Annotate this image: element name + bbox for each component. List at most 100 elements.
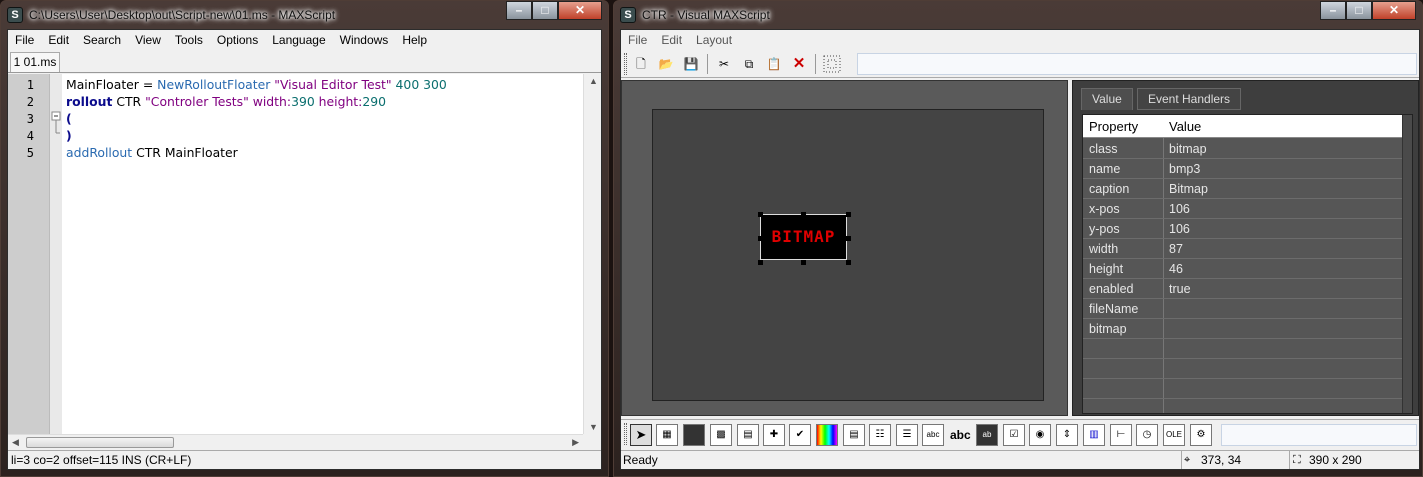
code-line-1: MainFloater = NewRolloutFloater "Visual … (66, 77, 447, 92)
empty-row (1083, 339, 1402, 359)
visual-titlebar[interactable]: S CTR - Visual MAXScript – □ ✕ (614, 1, 1422, 29)
grid-scrollbar[interactable] (1402, 115, 1412, 413)
fold-minus-icon[interactable] (50, 108, 62, 188)
slider-tool-icon[interactable]: ⊢ (1110, 424, 1132, 446)
horizontal-scrollbar[interactable]: ◀ ▶ (8, 434, 583, 450)
header-value[interactable]: Value (1169, 115, 1201, 138)
resize-handle[interactable] (758, 212, 763, 217)
menu-edit[interactable]: Edit (654, 33, 689, 47)
custom-tool-icon[interactable]: ⚙ (1190, 424, 1212, 446)
cursor-icon: ⌖ (1184, 454, 1191, 466)
menu-options[interactable]: Options (210, 33, 265, 47)
property-row[interactable]: fileName (1083, 299, 1402, 319)
editbox-tool-icon[interactable]: abc (922, 424, 944, 446)
paste-icon[interactable]: 📋 (763, 53, 785, 75)
property-row[interactable]: x-pos 106 (1083, 199, 1402, 219)
property-row[interactable]: y-pos 106 (1083, 219, 1402, 239)
resize-handle[interactable] (801, 212, 806, 217)
pickbutton-tool-icon[interactable]: ✚ (763, 424, 785, 446)
menu-view[interactable]: View (128, 33, 168, 47)
radiobutton-tool-icon[interactable]: ◉ (1029, 424, 1051, 446)
property-grid: Property Value class bitmap name bmp3 capt… (1082, 114, 1413, 414)
label-tool-icon[interactable]: abc (949, 424, 971, 446)
dropdownlist-tool-icon[interactable]: ☷ (869, 424, 891, 446)
groupbox-tool-icon[interactable]: ab (976, 424, 998, 446)
copy-icon[interactable]: ⧉ (738, 53, 760, 75)
bitmap-control[interactable]: BITMAP (760, 214, 847, 260)
delete-icon[interactable]: ✕ (788, 53, 810, 75)
checkbutton-tool-icon[interactable]: ✔ (789, 424, 811, 446)
menu-file[interactable]: File (621, 33, 654, 47)
resize-handle[interactable] (801, 260, 806, 265)
bitmap-tool-icon[interactable]: ▦ (656, 424, 678, 446)
visual-menubar: File Edit Layout (621, 30, 1419, 50)
toolbar-grip[interactable] (624, 423, 627, 445)
property-row[interactable]: name bmp3 (1083, 159, 1402, 179)
property-row[interactable]: class bitmap (1083, 139, 1402, 159)
tab-value[interactable]: Value (1081, 88, 1133, 110)
toolbar-grip[interactable] (624, 53, 627, 75)
menu-windows[interactable]: Windows (333, 33, 396, 47)
scroll-right-icon[interactable]: ▶ (572, 437, 579, 448)
listbox-tool-icon[interactable]: ☰ (896, 424, 918, 446)
scroll-up-icon[interactable]: ▲ (589, 76, 598, 86)
vertical-scrollbar[interactable]: ▲ ▼ (583, 74, 601, 434)
header-property[interactable]: Property (1089, 115, 1138, 138)
design-canvas[interactable]: BITMAP (621, 80, 1068, 416)
close-button[interactable]: ✕ (1372, 1, 1416, 20)
colorpicker-tool-icon[interactable] (816, 424, 838, 446)
maximize-button[interactable]: □ (532, 1, 558, 20)
code-editor[interactable]: MainFloater = NewRolloutFloater "Visual … (62, 74, 583, 434)
maxscript-editor-window: S C:\Users\User\Desktop\out\Script-new\0… (0, 0, 609, 477)
menu-search[interactable]: Search (76, 33, 128, 47)
property-row[interactable]: enabled true (1083, 279, 1402, 299)
property-row[interactable]: width 87 (1083, 239, 1402, 259)
minimize-button[interactable]: – (506, 1, 532, 20)
minimize-button[interactable]: – (1320, 1, 1346, 20)
cut-icon[interactable]: ✂ (713, 53, 735, 75)
menu-help[interactable]: Help (395, 33, 434, 47)
open-folder-icon[interactable]: 📂 (655, 53, 677, 75)
file-tab[interactable]: 1 01.ms (10, 52, 60, 72)
close-button[interactable]: ✕ (558, 1, 602, 20)
toolbar-fill (857, 53, 1417, 75)
menu-edit[interactable]: Edit (41, 33, 76, 47)
scroll-left-icon[interactable]: ◀ (12, 437, 19, 448)
combobox-tool-icon[interactable]: ▤ (843, 424, 865, 446)
button-tool-icon[interactable] (683, 424, 705, 446)
editor-title: C:\Users\User\Desktop\out\Script-new\01.… (29, 8, 336, 22)
checkbox-tool-icon[interactable]: ☑ (1003, 424, 1025, 446)
spinner-tool-icon[interactable]: ⇕ (1056, 424, 1078, 446)
property-row[interactable]: bitmap (1083, 319, 1402, 339)
pointer-select-icon[interactable]: ➤ (630, 424, 652, 446)
grid-toggle-icon[interactable] (821, 53, 843, 75)
maximize-button[interactable]: □ (1346, 1, 1372, 20)
rollout-area[interactable]: BITMAP (652, 109, 1044, 401)
menu-language[interactable]: Language (265, 33, 332, 47)
mapbutton-tool-icon[interactable]: ▩ (710, 424, 732, 446)
empty-row (1083, 379, 1402, 399)
menu-tools[interactable]: Tools (168, 33, 210, 47)
file-tabstrip: 1 01.ms (8, 51, 601, 73)
save-icon[interactable]: 💾 (680, 53, 702, 75)
line-number: 1 (26, 78, 34, 92)
code-line-5: addRollout CTR MainFloater (66, 145, 238, 160)
resize-handle[interactable] (846, 236, 851, 241)
scrollbar-thumb[interactable] (26, 437, 174, 448)
resize-handle[interactable] (846, 212, 851, 217)
progressbar-tool-icon[interactable]: ▥ (1083, 424, 1105, 446)
menu-layout[interactable]: Layout (689, 33, 739, 47)
resize-handle[interactable] (846, 260, 851, 265)
activex-tool-icon[interactable]: OLE (1163, 424, 1185, 446)
timer-tool-icon[interactable]: ◷ (1136, 424, 1158, 446)
resize-handle[interactable] (758, 260, 763, 265)
editor-titlebar[interactable]: S C:\Users\User\Desktop\out\Script-new\0… (1, 1, 608, 29)
resize-handle[interactable] (758, 236, 763, 241)
property-row[interactable]: height 46 (1083, 259, 1402, 279)
materialbutton-tool-icon[interactable]: ▤ (737, 424, 759, 446)
new-file-icon[interactable]: 🗋 (630, 53, 652, 75)
scroll-down-icon[interactable]: ▼ (589, 422, 598, 432)
property-row[interactable]: caption Bitmap (1083, 179, 1402, 199)
menu-file[interactable]: File (8, 33, 41, 47)
tab-event-handlers[interactable]: Event Handlers (1137, 88, 1242, 110)
